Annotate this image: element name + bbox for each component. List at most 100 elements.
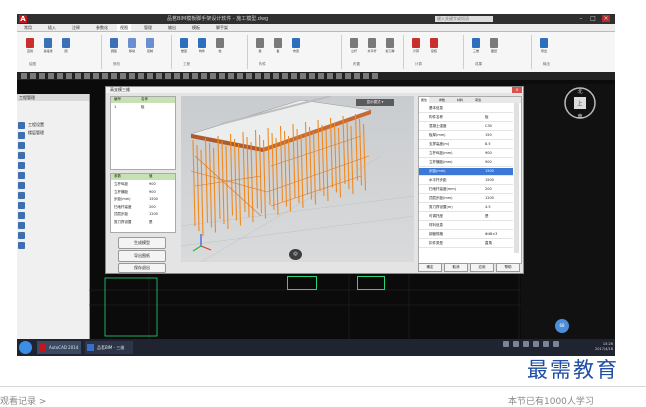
taskbar-clock[interactable]: 15:26 2017/4/18 — [585, 342, 613, 352]
list-row-number[interactable]: 1 — [114, 105, 116, 109]
list-row-name[interactable]: 板 — [141, 105, 145, 110]
property-value[interactable]: 900 — [485, 159, 492, 165]
toolbar-icon[interactable] — [363, 73, 369, 79]
ribbon-tool-button[interactable]: 梁 — [253, 37, 267, 57]
selected-element[interactable] — [357, 276, 385, 290]
search-input[interactable]: 键入关键字或短语 — [435, 16, 493, 22]
ribbon-tool-button[interactable]: 三维 — [469, 37, 483, 57]
toolbar-icon[interactable] — [66, 73, 72, 79]
property-row[interactable]: 剪刀撑设置(m) 4.5 — [419, 204, 513, 212]
ribbon-tool-button[interactable]: 立杆 — [347, 37, 361, 57]
toolbar-icon[interactable] — [300, 73, 306, 79]
ribbon-tab[interactable]: 参数化 — [93, 24, 111, 31]
toolbar-icon[interactable] — [201, 73, 207, 79]
layer-icon[interactable] — [18, 182, 25, 189]
property-tab[interactable]: 参数 — [437, 97, 447, 103]
ribbon-tab[interactable]: 视图 — [117, 24, 131, 31]
layer-icon[interactable] — [18, 212, 25, 219]
layer-icon[interactable] — [18, 202, 25, 209]
param-row-value[interactable]: 200 — [149, 205, 156, 209]
ribbon-tool-button[interactable]: 导出 — [537, 37, 551, 57]
property-row[interactable]: 顶层步距(mm) 1200 — [419, 195, 513, 203]
generate-model-button[interactable]: 生成模型 — [118, 237, 166, 249]
ribbon-tab[interactable]: 插入 — [45, 24, 59, 31]
toolbar-icon[interactable] — [309, 73, 315, 79]
property-row[interactable]: 可调托座 是 — [419, 213, 513, 221]
dialog-footer-button[interactable]: 帮助 — [496, 263, 520, 272]
ribbon-tool-button[interactable]: 楼层 — [177, 37, 191, 57]
ribbon-tab[interactable]: 模板 — [189, 24, 203, 31]
ribbon-tab[interactable]: 脚手架 — [213, 24, 231, 31]
toolbar-icon[interactable] — [129, 73, 135, 79]
property-tab[interactable]: 材料 — [455, 97, 465, 103]
ribbon-tool-button[interactable]: 移动 — [125, 37, 139, 57]
toolbar-icon[interactable] — [219, 73, 225, 79]
ribbon-tool-button[interactable]: 剪刀撑 — [383, 37, 397, 57]
toolbar-icon[interactable] — [345, 73, 351, 79]
toolbar-icon[interactable] — [111, 73, 117, 79]
ribbon-tool-button[interactable]: 布置 — [289, 37, 303, 57]
toolbar-icon[interactable] — [255, 73, 261, 79]
param-row-value[interactable]: 900 — [149, 182, 156, 186]
start-button[interactable] — [19, 341, 32, 354]
dialog-close-button[interactable]: × — [512, 87, 522, 93]
property-value[interactable]: 1200 — [485, 195, 494, 201]
app-logo-icon[interactable]: A — [19, 15, 27, 23]
property-row[interactable]: 扣件类型 直角 — [419, 240, 513, 248]
tray-icon[interactable] — [543, 341, 549, 347]
property-value[interactable]: 4.5 — [485, 204, 491, 210]
ribbon-tool-button[interactable]: 多段线 — [41, 37, 55, 57]
dialog-footer-button[interactable]: 取消 — [444, 263, 468, 272]
layer-icon[interactable] — [18, 222, 25, 229]
dialog-footer-button[interactable]: 应用 — [470, 263, 494, 272]
property-row[interactable]: 材料信息 — [419, 222, 513, 230]
toolbar-icon[interactable] — [237, 73, 243, 79]
ribbon-tool-button[interactable]: 复核 — [427, 37, 441, 57]
toolbar-icon[interactable] — [291, 73, 297, 79]
param-row-value[interactable]: 是 — [149, 220, 153, 225]
property-tab[interactable]: 荷载 — [473, 97, 483, 103]
taskbar-item-bim[interactable]: 品茗BIM - 三维 — [85, 341, 133, 354]
property-value[interactable]: 200 — [485, 186, 492, 192]
ribbon-tool-button[interactable]: 柱 — [213, 37, 227, 57]
minimize-button[interactable]: – — [577, 15, 585, 22]
property-value[interactable]: Φ48×3 — [485, 231, 497, 237]
toolbar-icon[interactable] — [264, 73, 270, 79]
property-scrollbar[interactable] — [514, 103, 519, 253]
toolbar-icon[interactable] — [165, 73, 171, 79]
close-button[interactable]: × — [602, 15, 610, 22]
ribbon-tool-button[interactable]: 圆弧 — [107, 37, 121, 57]
toolbar-icon[interactable] — [102, 73, 108, 79]
ribbon-tool-button[interactable]: 水平杆 — [365, 37, 379, 57]
toolbar-icon[interactable] — [48, 73, 54, 79]
property-value[interactable]: 900 — [485, 150, 492, 156]
taskbar-item-autocad[interactable]: AutoCAD 2014 — [37, 341, 81, 354]
toolbar-icon[interactable] — [57, 73, 63, 79]
layer-icon[interactable] — [18, 172, 25, 179]
param-row-value[interactable]: 1500 — [149, 197, 158, 201]
property-row[interactable]: 支撑高度(m) 8.5 — [419, 141, 513, 149]
3d-viewport[interactable]: 显示模式 ▾ ◎ — [181, 96, 414, 262]
toolbar-icon[interactable] — [147, 73, 153, 79]
toolbar-icon[interactable] — [246, 73, 252, 79]
tray-icon[interactable] — [533, 341, 539, 347]
toolbar-icon[interactable] — [84, 73, 90, 79]
tree-item-floor-manager[interactable]: 楼层管理 — [28, 130, 44, 136]
maximize-button[interactable]: □ — [589, 15, 597, 22]
notification-badge[interactable]: 68 — [555, 319, 569, 333]
toolbar-icon[interactable] — [282, 73, 288, 79]
property-value[interactable]: 是 — [485, 213, 489, 219]
layer-icon[interactable] — [18, 132, 25, 139]
property-value[interactable]: 1500 — [485, 168, 494, 174]
ribbon-tool-button[interactable]: 复制 — [143, 37, 157, 57]
ribbon-tool-button[interactable]: 计算 — [409, 37, 423, 57]
toolbar-icon[interactable] — [21, 73, 27, 79]
toolbar-icon[interactable] — [183, 73, 189, 79]
ribbon-tool-button[interactable]: 圆 — [59, 37, 73, 57]
toolbar-icon[interactable] — [336, 73, 342, 79]
layer-icon[interactable] — [18, 242, 25, 249]
property-value[interactable]: 1500 — [485, 177, 494, 183]
tray-icon[interactable] — [523, 341, 529, 347]
tray-icon[interactable] — [513, 341, 519, 347]
toolbar-icon[interactable] — [318, 73, 324, 79]
